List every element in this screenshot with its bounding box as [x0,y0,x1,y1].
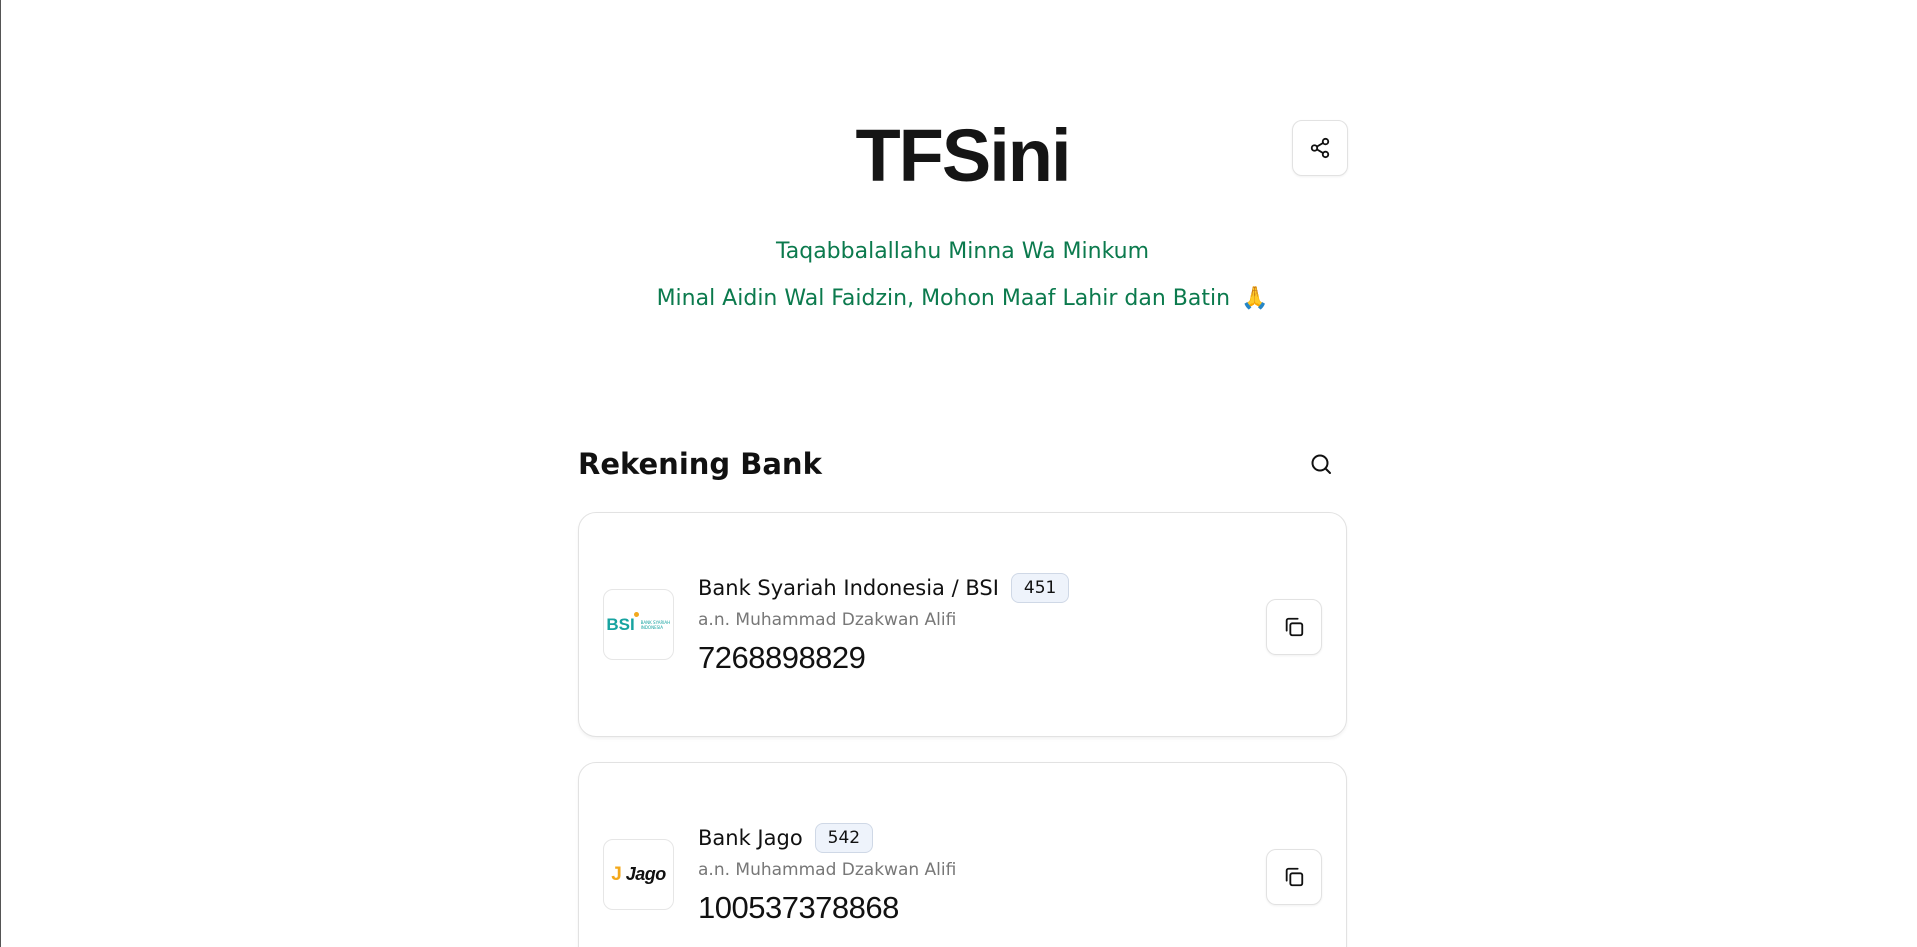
copy-icon [1285,867,1304,887]
share-icon [1310,137,1330,159]
greeting-line-1: Taqabbalallahu Minna Wa Minkum [775,239,1150,264]
account-holder: a.n. Muhammad Dzakwan Alifi [698,860,957,880]
bank-name-row: Bank Syariah Indonesia / BSI 451 [698,573,1070,603]
page: TFSini Taqabbalallahu Minna Wa Minkum Mi… [0,0,1917,947]
jago-logo: J Jago [611,864,666,886]
greeting-line-2-text: Minal Aidin Wal Faidzin, Mohon Maaf Lahi… [656,286,1231,311]
praying-hands-icon: 🙏 [1241,286,1269,311]
bsi-logo-subtext: BANK SYARIAH INDONESIA [640,619,671,630]
bank-account-card[interactable]: BSI BANK SYARIAH INDONESIA Bank Syariah … [578,512,1347,737]
copy-button[interactable] [1266,849,1322,905]
account-holder: a.n. Muhammad Dzakwan Alifi [698,610,957,630]
bank-name-row: Bank Jago 542 [698,823,956,853]
jago-logo-text: Jago [625,864,667,884]
greeting-line-2: Minal Aidin Wal Faidzin, Mohon Maaf Lahi… [578,284,1347,314]
search-button[interactable] [1305,448,1337,480]
bsi-logo-text: BSI [606,611,639,635]
bank-name: Bank Syariah Indonesia / BSI [698,576,999,600]
bank-account-card[interactable]: J Jago Bank Jago 542 a.n. Muhammad Dzakw… [578,762,1347,947]
copy-button[interactable] [1266,599,1322,655]
jago-logo-mark: J [611,863,622,885]
share-button[interactable] [1292,120,1348,176]
section-title: Rekening Bank [578,447,822,481]
page-title: TFSini [855,114,1071,197]
bank-code-badge: 542 [814,823,874,853]
bank-info: Bank Jago 542 a.n. Muhammad Dzakwan Alif… [698,823,956,927]
account-number: 100537378868 [698,890,899,925]
copy-icon [1285,617,1304,637]
bsi-logo: BSI BANK SYARIAH INDONESIA [606,611,671,635]
bank-info: Bank Syariah Indonesia / BSI 451 a.n. Mu… [698,573,1070,677]
account-number: 7268898829 [698,640,866,675]
bank-code-badge: 451 [1010,573,1070,603]
bank-logo: J Jago [603,839,674,910]
bank-logo: BSI BANK SYARIAH INDONESIA [603,589,674,660]
bank-name: Bank Jago [698,826,803,850]
section-header: Rekening Bank [578,444,1347,484]
search-icon [1311,454,1331,474]
